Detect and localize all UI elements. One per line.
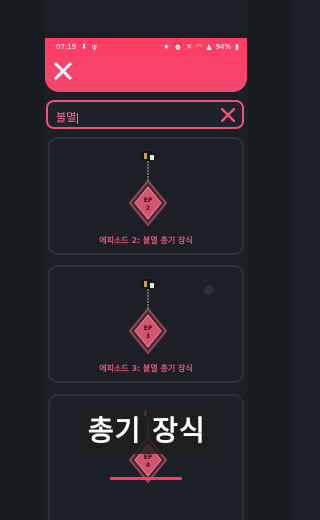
- status-time: 07:19: [56, 43, 77, 51]
- star-icon: ★: [163, 43, 170, 51]
- svg-text:3: 3: [146, 333, 150, 340]
- mute-icon: ✕: [186, 43, 193, 51]
- gun-buddy-charm-icon: EP 3: [128, 279, 168, 355]
- search-query: 불멸: [56, 111, 79, 124]
- svg-text:EP: EP: [144, 197, 153, 204]
- svg-text:EP: EP: [144, 325, 153, 332]
- search-input[interactable]: 불멸: [46, 100, 244, 129]
- usb-icon: ψ: [92, 43, 97, 51]
- header-bar: 07:19 ⬇ ψ ★ ⏰ ✕ ◠ ▲ 94% ▮: [45, 38, 247, 92]
- clear-search-icon[interactable]: [221, 108, 235, 122]
- wifi-icon: ◠: [196, 43, 203, 51]
- svg-text:2: 2: [146, 205, 150, 212]
- result-card-ep3[interactable]: EP 3 에피소드 3: 불멸 총기 장식: [48, 265, 244, 383]
- close-icon[interactable]: [54, 62, 72, 80]
- result-label: 에피소드 3: 불멸 총기 장식: [99, 364, 193, 373]
- download-icon: ⬇: [81, 43, 88, 51]
- battery-icon: ▮: [235, 43, 239, 51]
- video-caption: 총기 장식: [82, 408, 212, 454]
- svg-text:4: 4: [146, 462, 150, 469]
- result-card-ep2[interactable]: EP 2 에피소드 2: 불멸 총기 장식: [48, 137, 244, 255]
- gun-buddy-charm-icon: EP 2: [128, 151, 168, 227]
- result-label: 에피소드 2: 불멸 총기 장식: [99, 236, 193, 245]
- svg-text:EP: EP: [144, 454, 153, 461]
- home-indicator[interactable]: [110, 477, 182, 480]
- background-right: [248, 0, 292, 520]
- touch-indicator: [204, 285, 214, 295]
- signal-icon: ▲: [206, 43, 212, 51]
- battery-percent: 94%: [215, 43, 232, 51]
- status-bar: 07:19 ⬇ ψ ★ ⏰ ✕ ◠ ▲ 94% ▮: [45, 38, 247, 56]
- alarm-icon: ⏰: [173, 43, 183, 51]
- background-left: [0, 0, 44, 520]
